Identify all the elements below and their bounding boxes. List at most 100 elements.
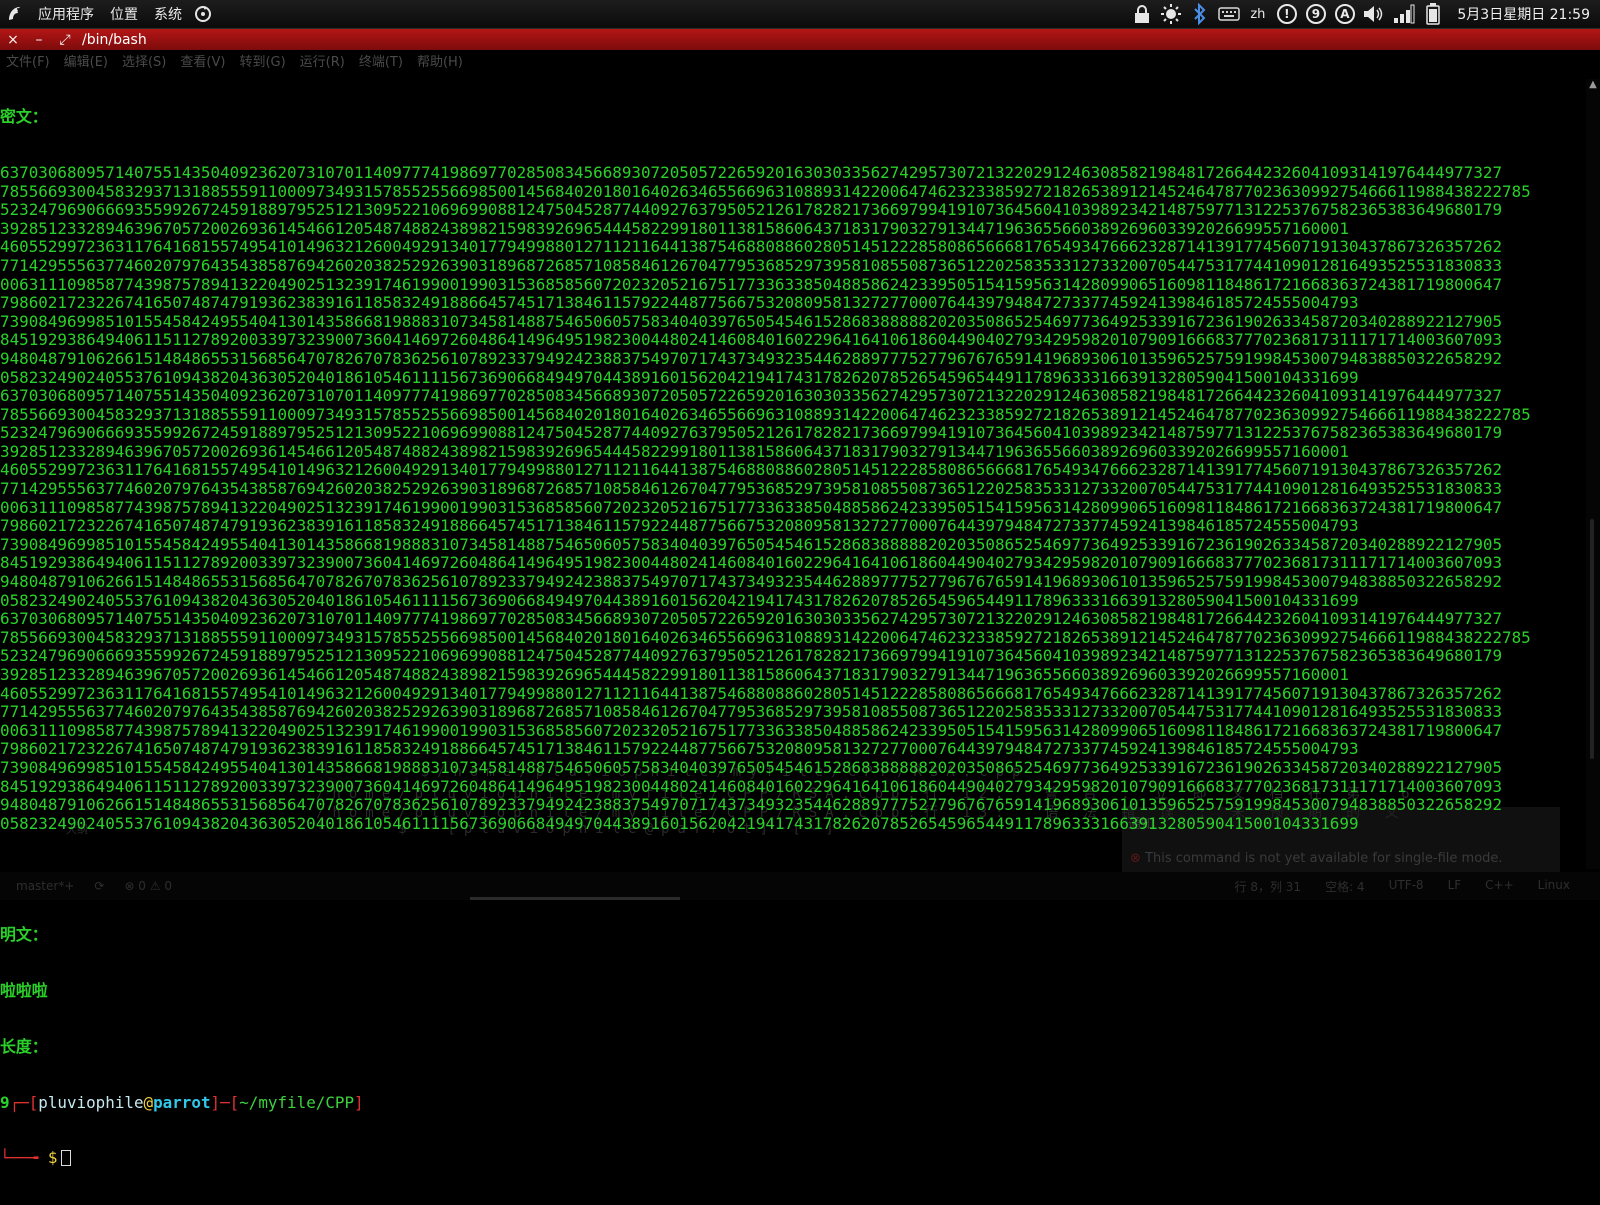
cipher-line: 7714295556377460207976435438587694260203… (0, 702, 1503, 722)
update-info-icon[interactable]: ! (1272, 0, 1301, 29)
prompt-mid: ]─[ (210, 1092, 240, 1112)
scroll-up-arrow-icon[interactable]: ▲ (1586, 79, 1600, 95)
menu-applications[interactable]: 应用程序 (30, 4, 102, 24)
cipher-line: 4605529972363117641681557495410149632126… (0, 683, 1503, 703)
cipher-line: 8451929386494061151127892003397323900736… (0, 330, 1503, 350)
menu-places[interactable]: 位置 (102, 4, 146, 24)
prompt-at: @ (143, 1092, 154, 1112)
cipher-line: 7714295556377460207976435438587694260203… (0, 255, 1503, 275)
terminal-menu-bar: 文件(F) 编辑(E) 选择(S) 查看(V) 转到(G) 运行(R) 终端(T… (0, 50, 1600, 71)
cursor-position: 行 8，列 31 (1234, 879, 1302, 894)
cipher-line: 0063111098587743987578941322049025132391… (0, 720, 1503, 740)
cipher-text-block: 6370306809571407551435040923620731070114… (0, 162, 1584, 833)
prompt-input-line[interactable]: └──╼ $ (0, 1149, 1584, 1168)
cipher-line: 7855669300458329371318855591100097349315… (0, 627, 1531, 647)
keyboard-icon[interactable] (1214, 0, 1243, 29)
badge-nine[interactable]: 9 (1301, 0, 1330, 29)
prompt-dollar: $ (47, 1148, 58, 1168)
cipher-line: 7855669300458329371318855591100097349315… (0, 404, 1531, 424)
cipher-line: 7986021723226741650748747919362383916118… (0, 739, 1359, 759)
cipher-line: 0582324902405537610943820436305204018610… (0, 367, 1359, 387)
length-value: 9 (0, 1092, 10, 1112)
cipher-line: 5232479690666935599267245918897952512130… (0, 200, 1503, 220)
refresh-launcher-icon[interactable] (190, 0, 216, 29)
language-mode: C++ (1485, 877, 1514, 892)
bluetooth-icon[interactable] (1185, 0, 1214, 29)
window-title-bar[interactable]: × – ⤢ /bin/bash (0, 29, 1600, 50)
file-encoding: UTF-8 (1388, 877, 1424, 892)
cipher-line: 7714295556377460207976435438587694260203… (0, 479, 1503, 499)
cipher-line: 3928512332894639670572002693614546612054… (0, 218, 1349, 238)
cipher-line: 5232479690666935599267245918897952512130… (0, 646, 1503, 666)
menu-terminal[interactable]: 终端(T) (359, 51, 403, 70)
cipher-line: 7986021723226741650748747919362383916118… (0, 516, 1359, 536)
volume-icon[interactable] (1359, 0, 1389, 29)
cipher-line: 0582324902405537610943820436305204018610… (0, 813, 1359, 833)
clock[interactable]: 5月3日星期日 21:59 (1447, 4, 1594, 24)
cipher-line: 3928512332894639670572002693614546612054… (0, 665, 1349, 684)
git-branch: master*+ (16, 879, 75, 893)
cipher-line: 7390849699851015545842495540413014358668… (0, 757, 1503, 777)
cipher-line: 3928512332894639670572002693614546612054… (0, 441, 1349, 461)
menu-select[interactable]: 选择(S) (122, 51, 166, 70)
menu-goto[interactable]: 转到(G) (239, 51, 285, 70)
cipher-line: 0582324902405537610943820436305204018610… (0, 590, 1359, 610)
top-system-panel: 应用程序 位置 系统 zh ! 9 A 5月3日星期日 21:59 (0, 0, 1600, 29)
plain-text: 啦啦啦 (0, 981, 48, 1001)
problems-count: ⊗ 0 ⚠ 0 (124, 879, 172, 893)
cipher-label: 密文： (0, 107, 48, 127)
cipher-line: 4605529972363117641681557495410149632126… (0, 460, 1503, 480)
minimize-window-button[interactable]: – (26, 29, 52, 50)
lock-icon[interactable] (1127, 0, 1156, 29)
cipher-line: 9480487910626615148486553156856470782670… (0, 348, 1503, 368)
indent-spaces: 空格: 4 (1325, 879, 1365, 894)
input-method-indicator[interactable]: zh (1243, 0, 1272, 29)
faded-status-bar: master*+ ⟳ ⊗ 0 ⚠ 0 行 8，列 31 空格: 4 UTF-8 … (0, 872, 1600, 900)
prompt-host: parrot (153, 1092, 211, 1112)
menu-run[interactable]: 运行(R) (300, 51, 345, 70)
cipher-line: 6370306809571407551435040923620731070114… (0, 609, 1503, 629)
terminal-window: × – ⤢ /bin/bash 文件(F) 编辑(E) 选择(S) 查看(V) … (0, 29, 1600, 1167)
prompt-second: └──╼ (0, 1148, 48, 1168)
cipher-line: 8451929386494061151127892003397323900736… (0, 776, 1503, 796)
settings-sun-icon[interactable] (1156, 0, 1185, 29)
sync-icon: ⟳ (94, 879, 105, 893)
length-label: 长度： (0, 1036, 48, 1056)
cipher-line: 9480487910626615148486553156856470782670… (0, 795, 1503, 815)
window-title: /bin/bash (82, 31, 147, 48)
menu-edit[interactable]: 编辑(E) (64, 51, 108, 70)
cipher-line: 7855669300458329371318855591100097349315… (0, 181, 1531, 201)
line-ending: LF (1447, 877, 1462, 892)
os-label: Linux (1537, 877, 1570, 892)
cipher-line: 7390849699851015545842495540413014358668… (0, 534, 1503, 554)
terminal-output[interactable]: 密文： 637030680957140755143504092362073107… (0, 71, 1584, 1205)
cipher-line: 5232479690666935599267245918897952512130… (0, 423, 1503, 443)
cipher-line: 6370306809571407551435040923620731070114… (0, 162, 1503, 182)
cipher-line: 7986021723226741650748747919362383916118… (0, 293, 1359, 313)
menu-system[interactable]: 系统 (146, 4, 190, 24)
menu-view[interactable]: 查看(V) (180, 51, 225, 70)
cipher-line: 7390849699851015545842495540413014358668… (0, 311, 1503, 331)
prompt-open: ┌─[ (9, 1092, 39, 1112)
scrollbar-thumb[interactable] (1590, 519, 1594, 759)
menu-file[interactable]: 文件(F) (6, 51, 50, 70)
cipher-line: 6370306809571407551435040923620731070114… (0, 386, 1503, 406)
prompt-close: ] (354, 1092, 364, 1112)
badge-a[interactable]: A (1330, 0, 1359, 29)
cipher-line: 9480487910626615148486553156856470782670… (0, 572, 1503, 592)
prompt-path: ~/myfile/CPP (239, 1092, 355, 1112)
plain-label: 明文： (0, 925, 48, 945)
prompt-user: pluviophile (38, 1092, 144, 1112)
prompt-line: 9┌─[pluviophile@parrot]─[~/myfile/CPP] (0, 1092, 1584, 1113)
cipher-line: 4605529972363117641681557495410149632126… (0, 237, 1503, 257)
cipher-line: 8451929386494061151127892003397323900736… (0, 553, 1503, 573)
battery-icon[interactable] (1418, 0, 1447, 29)
menu-help[interactable]: 帮助(H) (417, 51, 463, 70)
network-signal-icon[interactable] (1389, 0, 1418, 29)
close-window-button[interactable]: × (0, 29, 26, 50)
parrot-logo-icon[interactable] (0, 0, 30, 29)
text-cursor[interactable] (61, 1150, 72, 1167)
cipher-line: 0063111098587743987578941322049025132391… (0, 497, 1503, 517)
maximize-window-button[interactable]: ⤢ (52, 29, 78, 50)
terminal-scrollbar[interactable]: ▲ (1586, 79, 1600, 869)
